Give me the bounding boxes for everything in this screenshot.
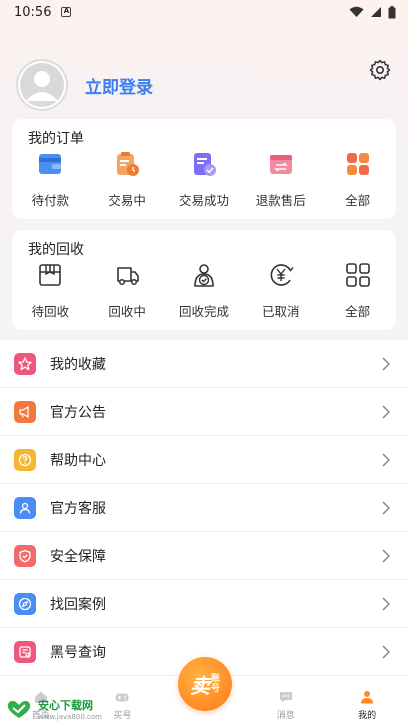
wifi-icon [349,6,364,17]
order-all[interactable]: 全部 [323,149,393,209]
watermark-logo-icon [7,700,31,718]
settings-gear-icon[interactable] [368,58,392,82]
recycle-pending[interactable]: 待回收 [15,260,85,320]
chevron-right-icon [382,501,390,515]
orders-title: 我的订单 [28,131,84,147]
notification-a-icon: A [61,7,72,17]
clipboard-clock-icon [117,152,140,176]
status-bar: 10:56 A [0,0,408,24]
menu-item-security[interactable]: 安全保障 [0,532,408,580]
sell-account-button[interactable]: 卖 账 号 [178,657,232,711]
refund-icon [269,155,292,174]
box-icon [39,264,62,286]
recycle-all[interactable]: 全部 [323,260,393,320]
signal-icon [371,7,381,17]
yen-cancel-icon [270,264,294,286]
service-icon [14,496,36,519]
menu-item-favorites[interactable]: 我的收藏 [0,340,408,388]
tab-messages[interactable]: 消息 [256,689,316,721]
status-time: 10:56 [14,4,52,20]
menu-item-customer-service[interactable]: 官方客服 [0,484,408,532]
order-refund[interactable]: 退款售后 [246,149,316,209]
shield-icon [14,544,36,567]
menu-item-help-center[interactable]: 帮助中心 [0,436,408,484]
recycle-card: 我的回收 待回收 回收中 回收完成 已取消 全部 [12,230,396,330]
menu-item-announcements[interactable]: 官方公告 [0,388,408,436]
login-link[interactable]: 立即登录 [85,73,153,98]
chevron-right-icon [382,405,390,419]
message-icon [279,692,292,703]
chevron-right-icon [382,453,390,467]
default-avatar-icon [18,61,66,109]
orders-card: 我的订单 待付款 交易中 交易成功 退款售后 全部 [12,119,396,219]
wallet-icon [39,154,62,174]
profile-header: 立即登录 [16,58,392,112]
grid-icon [346,153,369,175]
order-pending-payment[interactable]: 待付款 [15,149,85,209]
menu-list: 我的收藏 官方公告 帮助中心 官方客服 安全保障 找回案例 黑号查询 [0,340,408,676]
avatar[interactable] [16,59,68,111]
order-in-progress[interactable]: 交易中 [92,149,162,209]
chevron-right-icon [382,645,390,659]
star-icon [14,352,36,375]
recycle-title: 我的回收 [28,242,84,258]
sell-button-small-text: 账 号 [210,674,220,694]
megaphone-icon [14,400,36,423]
truck-icon [117,267,139,286]
user-icon [361,691,374,704]
document-check-icon [193,153,216,176]
search-list-icon [14,640,36,663]
compass-icon [14,592,36,615]
recycle-in-progress[interactable]: 回收中 [92,260,162,320]
chevron-right-icon [382,549,390,563]
watermark-title: 安心下载网 [38,699,93,712]
gamepad-icon [115,693,129,702]
battery-icon [388,5,396,18]
grid-icon [345,263,370,287]
watermark-url: www.java800.com [38,713,102,721]
help-icon [14,448,36,471]
person-check-icon [194,264,214,287]
recycle-cancelled[interactable]: 已取消 [246,260,316,320]
chevron-right-icon [382,597,390,611]
order-completed[interactable]: 交易成功 [169,149,239,209]
watermark: 安心下载网 www.java800.com [4,697,102,721]
tab-mine[interactable]: 我的 [337,689,397,721]
recycle-completed[interactable]: 回收完成 [169,260,239,320]
menu-item-recovery-cases[interactable]: 找回案例 [0,580,408,628]
chevron-right-icon [382,357,390,371]
